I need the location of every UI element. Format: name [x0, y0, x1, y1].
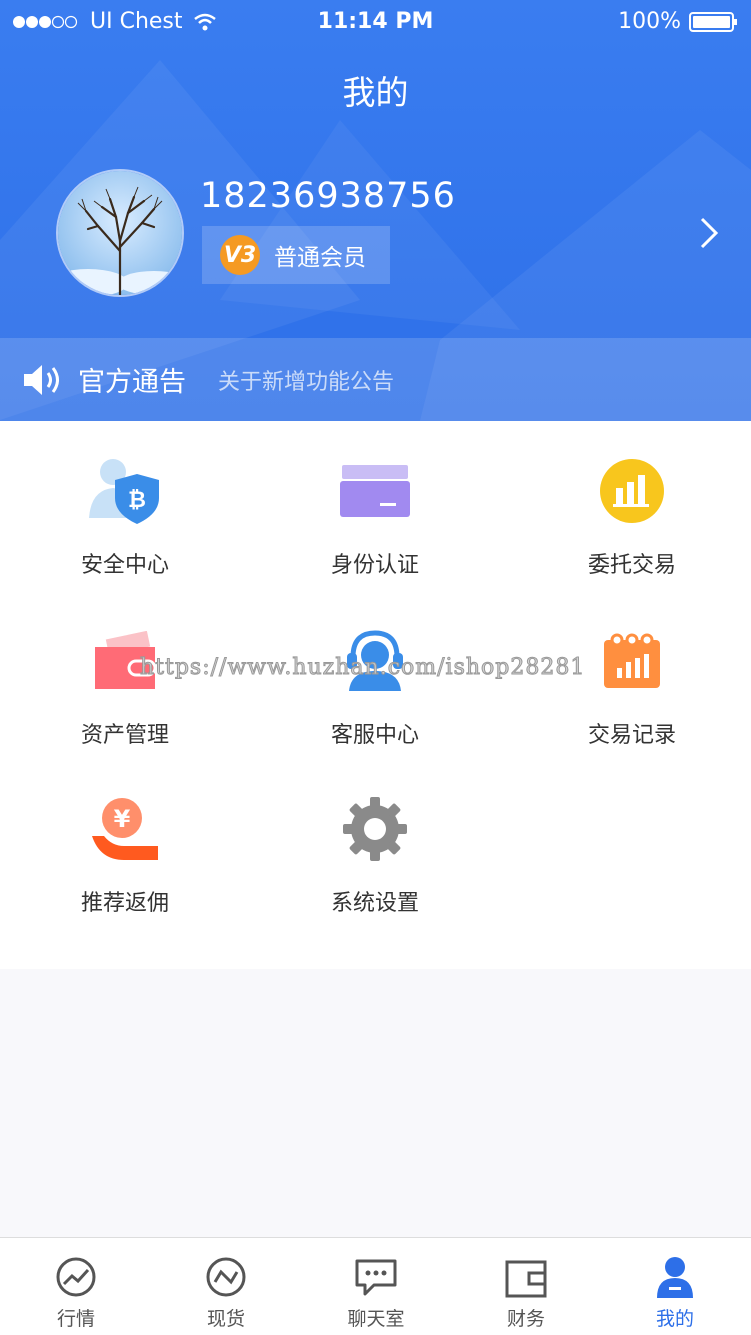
speaker-icon [24, 364, 59, 395]
tab-market[interactable]: 行情 [1, 1238, 151, 1331]
wallet-outline-icon [505, 1260, 547, 1298]
spot-icon [206, 1257, 246, 1297]
tab-chatroom[interactable]: 聊天室 [301, 1238, 451, 1331]
menu-referral-commission[interactable]: ¥ 推荐返佣 [0, 789, 250, 917]
menu-grid: ₿ 安全中心 身份认证 委托交易 资产管理 客服中心 交易记录 ¥ 推荐返佣 系… [0, 421, 751, 969]
bar-chart-icon [600, 459, 664, 523]
menu-label: 身份认证 [330, 553, 419, 578]
page-title: 我的 [342, 73, 409, 112]
bottom-tab-bar: 行情 现货 聊天室 财务 我的 [0, 1237, 751, 1335]
gear-icon [343, 797, 407, 861]
tab-finance[interactable]: 财务 [451, 1238, 601, 1331]
tab-label: 现货 [206, 1308, 245, 1330]
menu-customer-service[interactable]: 客服中心 [250, 621, 500, 749]
announcement-title: 官方通告 [78, 367, 186, 398]
tab-label: 行情 [56, 1308, 95, 1330]
tab-label: 我的 [655, 1308, 694, 1330]
avatar[interactable] [56, 169, 184, 297]
announcement-bar[interactable]: 官方通告 关于新增功能公告 [0, 338, 751, 421]
chevron-right-icon[interactable] [699, 216, 719, 250]
menu-identity-verification[interactable]: 身份认证 [250, 451, 500, 579]
battery-icon [689, 11, 737, 32]
menu-label: 交易记录 [587, 723, 676, 748]
member-badge[interactable]: V3 普通会员 [202, 226, 390, 284]
vip-level-icon: V3 [220, 235, 260, 275]
chat-icon [355, 1259, 397, 1296]
tab-spot[interactable]: 现货 [151, 1238, 301, 1331]
battery-percent: 100% [618, 9, 681, 34]
tab-mine[interactable]: 我的 [600, 1238, 750, 1331]
menu-system-settings[interactable]: 系统设置 [250, 789, 500, 917]
security-shield-icon: ₿ [89, 459, 159, 524]
yuan-hand-icon: ¥ [92, 798, 158, 860]
avatar-image [58, 171, 182, 295]
battery: 100% [618, 9, 739, 34]
menu-security-center[interactable]: ₿ 安全中心 [0, 451, 250, 579]
menu-label: 安全中心 [80, 553, 169, 578]
id-card-icon [340, 465, 410, 517]
watermark: https://www.huzhan.com/ishop28281 [139, 655, 586, 681]
tab-label: 聊天室 [347, 1308, 405, 1330]
menu-trade-records[interactable]: 交易记录 [507, 621, 751, 749]
menu-entrust-trade[interactable]: 委托交易 [507, 451, 751, 579]
announcement-text: 关于新增功能公告 [218, 369, 395, 395]
member-level-label: 普通会员 [274, 245, 366, 271]
menu-label: 资产管理 [80, 723, 169, 748]
user-icon [657, 1257, 693, 1298]
user-phone: 18236938756 [200, 176, 456, 216]
tab-label: 财务 [506, 1308, 545, 1330]
menu-label: 推荐返佣 [80, 891, 169, 916]
menu-asset-management[interactable]: 资产管理 [0, 621, 250, 749]
svg-text:¥: ¥ [114, 805, 131, 833]
menu-label: 客服中心 [330, 723, 419, 748]
menu-label: 委托交易 [587, 553, 676, 578]
status-bar: UI Chest 11:14 PM 100% [0, 0, 751, 44]
calendar-chart-icon [604, 633, 660, 688]
menu-label: 系统设置 [330, 891, 419, 916]
profile-header: UI Chest 11:14 PM 100% 我的 18236938756 V3… [0, 0, 751, 421]
trend-icon [56, 1257, 96, 1297]
svg-text:₿: ₿ [128, 488, 146, 513]
